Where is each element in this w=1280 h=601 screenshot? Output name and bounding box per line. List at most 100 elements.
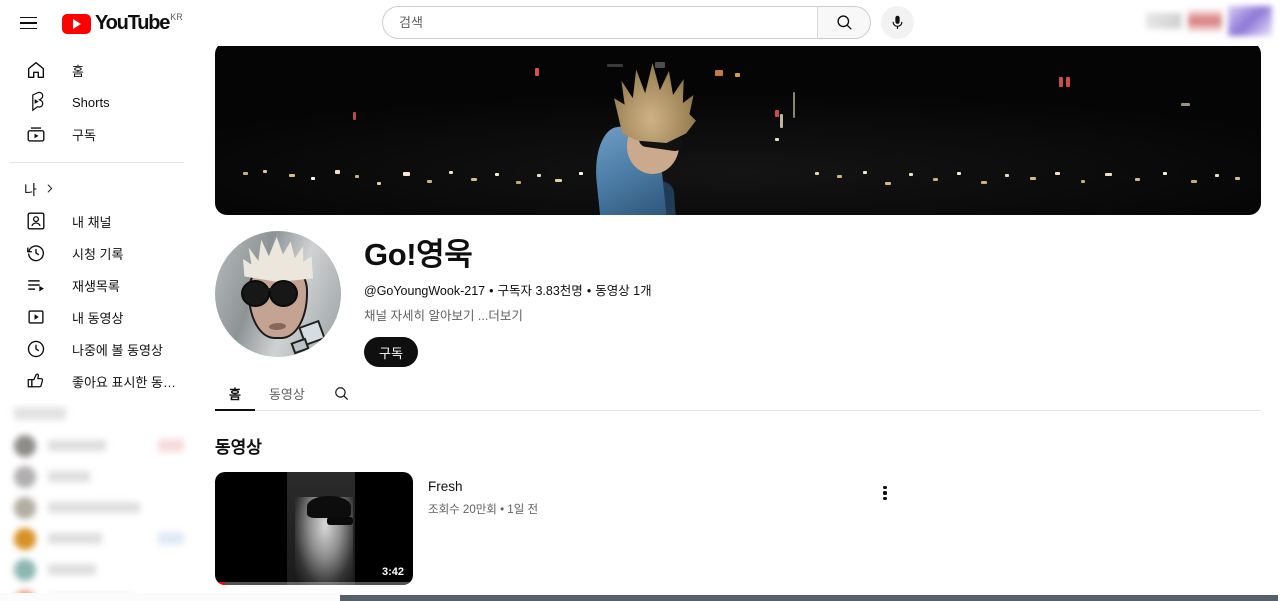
channel-name: Go!영욱	[364, 237, 473, 272]
channel-stats: @GoYoungWook-217 • 구독자 3.83천명 • 동영상 1개	[364, 280, 652, 299]
chevron-right-icon	[43, 182, 56, 198]
sidebar-item-playlists[interactable]: 재생목록	[12, 269, 184, 301]
masked-avatar-block	[1228, 6, 1272, 36]
sidebar-guide: 홈 Shorts 구독 나 내 채널 시청 기록 재생목록 내 동영상 나중에 …	[0, 46, 196, 601]
liked-videos-icon	[24, 369, 48, 393]
watch-later-icon	[24, 337, 48, 361]
watch-progress-fill	[215, 581, 225, 585]
your-videos-icon	[24, 305, 48, 329]
thumbnail-person-hair	[307, 496, 351, 518]
tab-videos[interactable]: 동영상	[255, 377, 319, 410]
avatar-sunglass-left	[241, 280, 270, 307]
horizontal-scrollbar[interactable]	[0, 593, 1280, 601]
section-title-videos: 동영상	[215, 438, 262, 457]
sidebar-item-watch-later[interactable]: 나중에 볼 동영상	[12, 333, 184, 365]
video-title[interactable]: Fresh	[428, 478, 538, 496]
search-zone	[382, 6, 914, 39]
search-submit-button[interactable]	[817, 6, 871, 39]
blurred-section-title	[14, 407, 66, 420]
avatar-phone-shadow	[290, 337, 310, 355]
sidebar-item-your-channel[interactable]: 내 채널	[12, 205, 184, 237]
search-icon	[836, 15, 852, 30]
watch-progress-track	[215, 581, 413, 585]
list-item[interactable]	[0, 554, 196, 585]
masked-header-block-2	[1188, 10, 1222, 32]
video-thumbnail[interactable]: 3:42	[215, 472, 413, 585]
masthead: YouTube KR	[0, 0, 1280, 46]
your-channel-icon	[24, 209, 48, 233]
sidebar-divider	[10, 162, 184, 163]
playlists-icon	[24, 273, 48, 297]
channel-handle[interactable]: @GoYoungWook-217	[364, 284, 485, 298]
avatar	[14, 558, 36, 581]
sidebar-item-subscriptions[interactable]: 구독	[12, 118, 184, 150]
blurred-badge	[158, 439, 184, 452]
channel-video-count: 동영상 1개	[595, 284, 652, 298]
search-input[interactable]	[399, 15, 817, 30]
list-item[interactable]	[0, 461, 196, 492]
stat-separator-1: •	[489, 284, 494, 298]
list-item[interactable]	[0, 430, 196, 461]
sidebar-label: 내 동영상	[72, 310, 124, 326]
list-item[interactable]	[0, 523, 196, 554]
sidebar-label: Shorts	[72, 94, 110, 110]
banner-city-lights	[215, 46, 1261, 215]
youtube-play-icon	[62, 14, 91, 34]
video-more-vertical-icon[interactable]	[870, 478, 900, 508]
video-duration-badge: 3:42	[377, 565, 408, 579]
list-item[interactable]	[0, 492, 196, 523]
avatar	[14, 527, 36, 550]
sidebar-section-you[interactable]: 나	[12, 175, 184, 205]
sidebar-label: 나중에 볼 동영상	[72, 342, 163, 358]
sidebar-item-history[interactable]: 시청 기록	[12, 237, 184, 269]
main-content: Go!영욱 @GoYoungWook-217 • 구독자 3.83천명 • 동영상 1개…	[196, 46, 1280, 601]
sidebar-item-liked-videos[interactable]: 좋아요 표시한 동영...	[12, 365, 184, 397]
channel-meta: Go!영욱 @GoYoungWook-217 • 구독자 3.83천명 • 동영상 1개…	[364, 231, 652, 367]
avatar-sunglass-bridge	[267, 288, 275, 291]
search-box[interactable]	[382, 6, 817, 39]
sidebar-label: 구독	[72, 127, 96, 143]
sidebar-item-shorts[interactable]: Shorts	[12, 86, 184, 118]
tab-home[interactable]: 홈	[215, 377, 255, 411]
sidebar-subscriptions-blurred[interactable]	[0, 407, 196, 601]
scrollbar-thumb[interactable]	[340, 595, 1278, 601]
channel-tabs: 홈 동영상	[215, 377, 1261, 411]
search-icon	[335, 387, 348, 401]
blurred-text	[48, 440, 106, 451]
channel-banner[interactable]	[215, 46, 1261, 215]
hamburger-menu-icon[interactable]	[8, 3, 48, 43]
masthead-account-area[interactable]	[1146, 6, 1272, 36]
sidebar-label: 시청 기록	[72, 246, 124, 262]
voice-search-button[interactable]	[881, 6, 914, 39]
sidebar-item-home[interactable]: 홈	[12, 54, 184, 86]
video-stats: 조회수 20만회 • 1일 전	[428, 504, 539, 516]
channel-header: Go!영욱 @GoYoungWook-217 • 구독자 3.83천명 • 동영상 1개…	[196, 215, 1280, 367]
avatar	[14, 434, 36, 457]
subscriptions-icon	[24, 122, 48, 146]
channel-subscriber-count: 구독자 3.83천명	[497, 284, 583, 298]
channel-description-more-link[interactable]: ...더보기	[478, 309, 523, 323]
channel-description[interactable]: 채널 자세히 알아보기 ...더보기	[364, 305, 652, 324]
sidebar-label: 홈	[72, 63, 84, 79]
stat-separator-2: •	[586, 284, 592, 298]
blurred-text	[48, 502, 140, 513]
avatar-sunglass-right	[269, 280, 298, 307]
sidebar-item-your-videos[interactable]: 내 동영상	[12, 301, 184, 333]
home-icon	[24, 58, 48, 82]
blurred-badge	[158, 532, 184, 545]
channel-avatar[interactable]	[215, 231, 341, 357]
avatar-hair	[243, 236, 313, 282]
masked-header-block-1	[1146, 13, 1182, 29]
channel-description-text: 채널 자세히 알아보기	[364, 309, 478, 323]
history-icon	[24, 241, 48, 265]
tab-search-button[interactable]	[319, 377, 364, 410]
avatar	[14, 465, 36, 488]
sidebar-label: 재생목록	[72, 278, 120, 294]
youtube-logo-text: YouTube	[95, 12, 170, 34]
sidebar-label: 좋아요 표시한 동영...	[72, 374, 184, 390]
youtube-logo[interactable]: YouTube KR	[62, 12, 183, 34]
youtube-country-code: KR	[170, 12, 183, 22]
subscribe-button[interactable]: 구독	[364, 337, 418, 367]
microphone-icon	[892, 15, 903, 30]
thumbnail-person-sunglasses	[327, 517, 353, 525]
